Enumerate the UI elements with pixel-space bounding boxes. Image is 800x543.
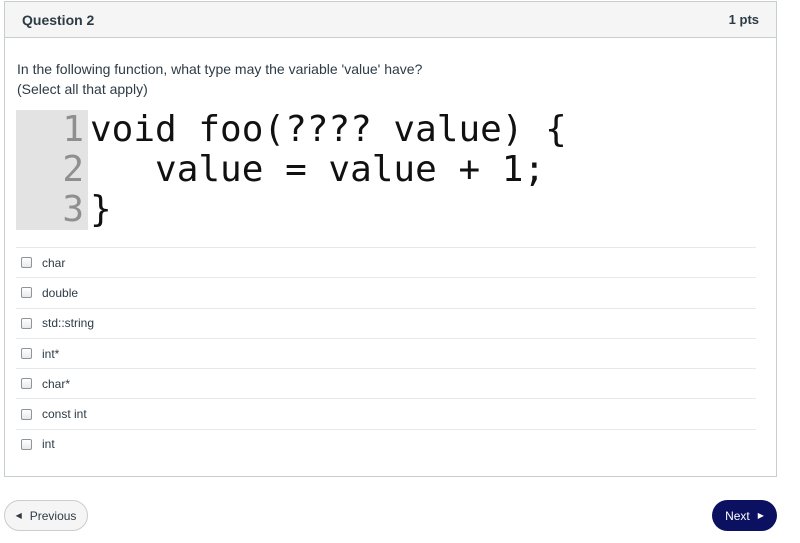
previous-button[interactable]: ◀ Previous — [4, 500, 88, 531]
question-points: 1 pts — [728, 12, 759, 27]
question-header: Question 2 1 pts — [5, 2, 776, 38]
answer-checkbox[interactable] — [21, 438, 32, 450]
next-button[interactable]: Next ▶ — [712, 500, 777, 531]
answer-checkbox[interactable] — [21, 348, 32, 360]
code-line: void foo(???? value) { — [90, 109, 567, 150]
answer-label: int — [42, 437, 55, 452]
code-line: value = value + 1; — [90, 149, 546, 190]
line-number: 2 — [62, 149, 84, 190]
answer-option[interactable]: double — [16, 277, 756, 307]
next-label: Next — [725, 508, 750, 523]
answer-option[interactable]: std::string — [16, 307, 756, 338]
answer-checkbox[interactable] — [21, 287, 32, 299]
question-text: In the following function, what type may… — [17, 59, 422, 99]
previous-label: Previous — [29, 508, 77, 523]
question-title: Question 2 — [22, 11, 95, 28]
triangle-right-icon: ▶ — [757, 511, 764, 520]
answer-option[interactable]: char — [16, 247, 756, 277]
answer-option[interactable]: int — [16, 428, 756, 459]
answer-label: std::string — [42, 316, 95, 331]
answer-label: int* — [42, 346, 60, 361]
answer-label: double — [42, 285, 79, 300]
answer-checkbox[interactable] — [21, 257, 32, 269]
answer-list: char double std::string int* char* const… — [16, 247, 756, 459]
answer-checkbox[interactable] — [21, 408, 32, 420]
code-image: 1 2 3 void foo(???? value) { value = val… — [16, 110, 636, 230]
code-gutter: 1 2 3 — [16, 110, 88, 230]
code-lines: void foo(???? value) { value = value + 1… — [88, 110, 567, 230]
answer-label: char* — [42, 376, 71, 391]
answer-checkbox[interactable] — [21, 378, 32, 390]
question-text-line: In the following function, what type may… — [17, 61, 423, 77]
answer-label: char — [42, 255, 66, 270]
answer-checkbox[interactable] — [21, 317, 32, 329]
answer-option[interactable]: const int — [16, 398, 756, 428]
triangle-left-icon: ◀ — [15, 511, 22, 520]
answer-option[interactable]: int* — [16, 337, 756, 368]
line-number: 3 — [62, 189, 84, 230]
answer-option[interactable]: char* — [16, 368, 756, 398]
question-instruction: (Select all that apply) — [17, 81, 148, 97]
code-line: } — [90, 189, 112, 230]
line-number: 1 — [62, 109, 84, 150]
answer-label: const int — [42, 407, 87, 422]
